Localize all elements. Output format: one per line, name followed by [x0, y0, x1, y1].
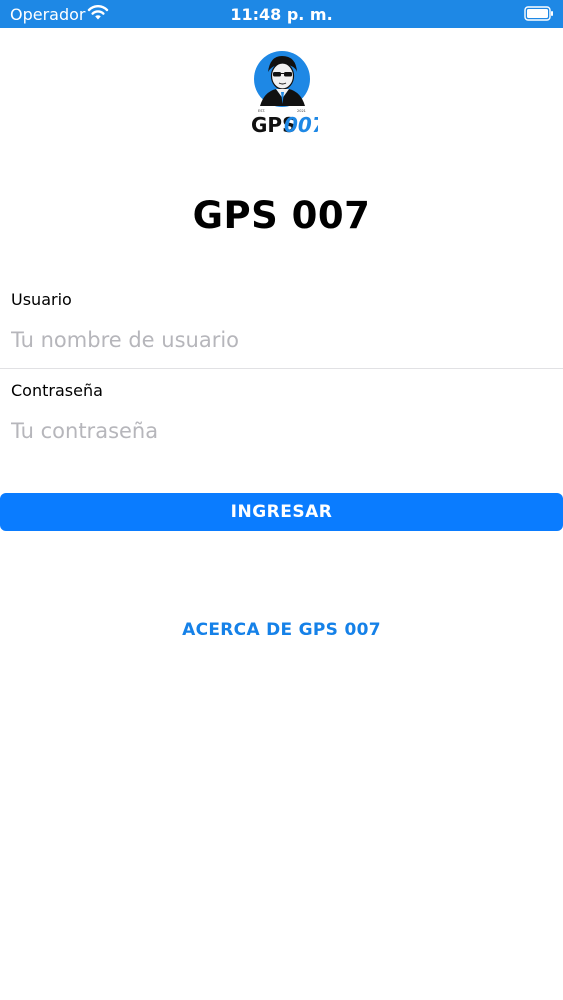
password-label: Contraseña: [11, 381, 103, 400]
username-label: Usuario: [11, 290, 72, 309]
app-logo: EST. 2021 GPS 007: [251, 51, 318, 137]
logo-text-007: 007: [284, 113, 318, 137]
login-button[interactable]: INGRESAR: [0, 493, 563, 531]
status-time: 11:48 p. m.: [230, 5, 333, 24]
username-field[interactable]: [0, 320, 563, 360]
about-link[interactable]: ACERCA DE GPS 007: [0, 620, 563, 640]
battery-icon: [524, 6, 553, 21]
password-field[interactable]: [0, 411, 563, 451]
status-bar: Operador 11:48 p. m.: [0, 0, 563, 28]
page-title: GPS 007: [192, 194, 371, 237]
field-divider: [0, 368, 563, 369]
